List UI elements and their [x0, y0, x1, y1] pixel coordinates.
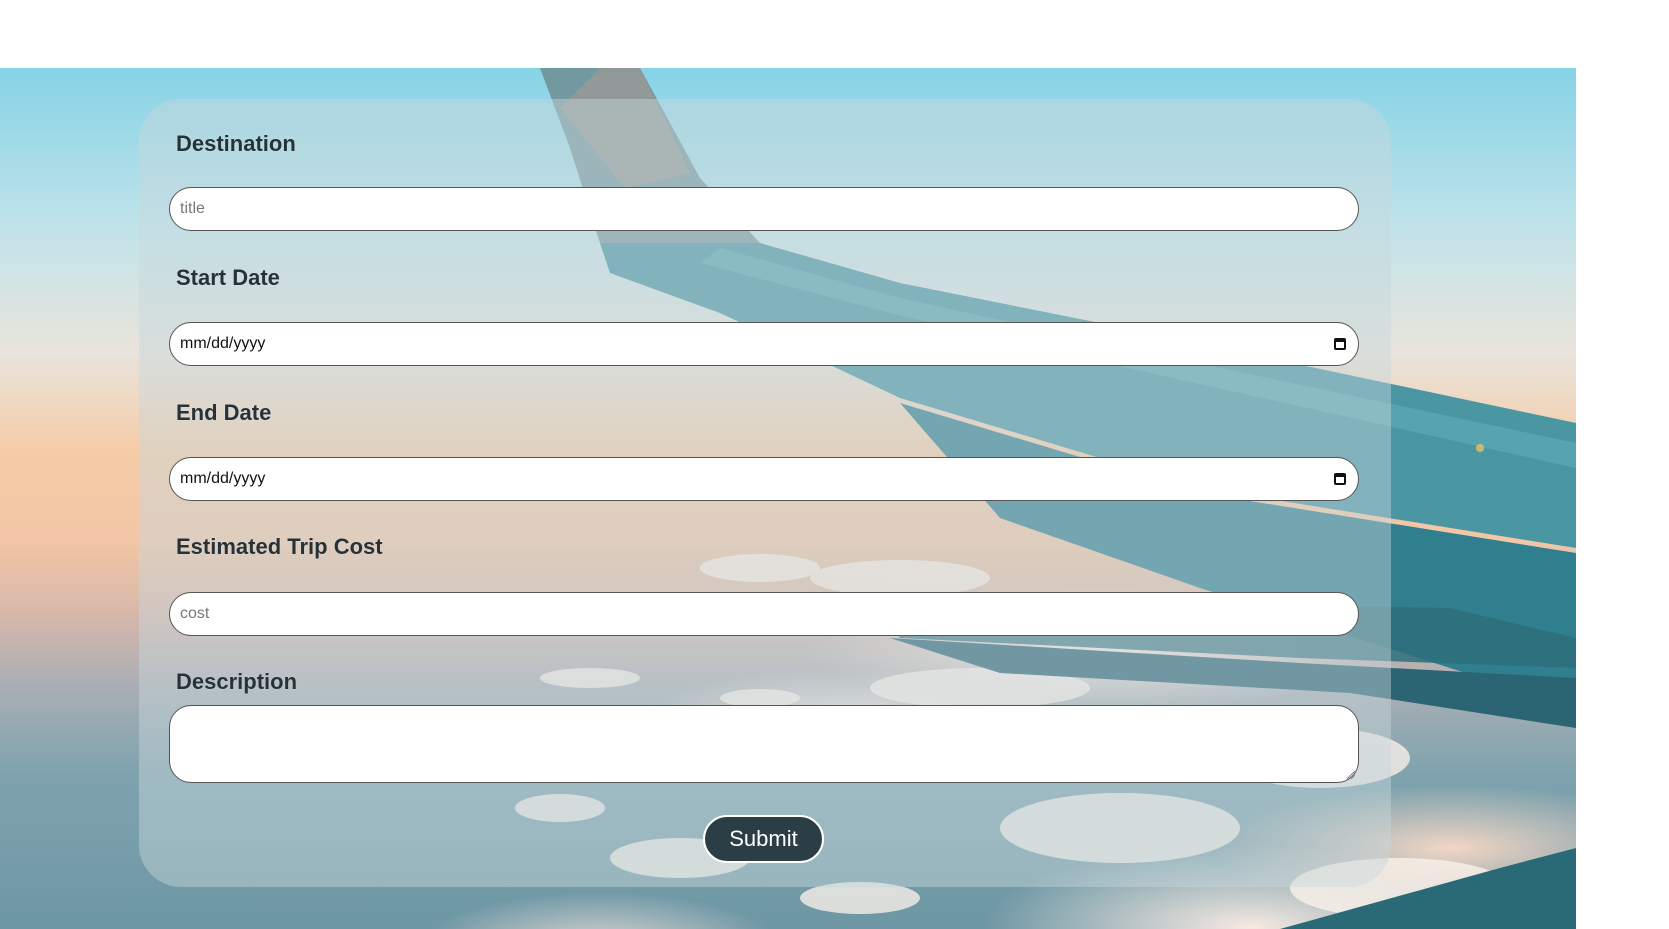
calendar-icon[interactable]	[1334, 338, 1346, 350]
description-label: Description	[176, 669, 298, 694]
submit-button[interactable]: Submit	[703, 815, 824, 863]
resize-grip-icon[interactable]	[1347, 771, 1355, 779]
end-date-input[interactable]: mm/dd/yyyy	[169, 457, 1359, 501]
destination-input[interactable]	[169, 187, 1359, 231]
end-date-label: End Date	[176, 400, 272, 425]
trip-cost-input[interactable]	[169, 592, 1359, 636]
trip-cost-label: Estimated Trip Cost	[176, 534, 383, 559]
description-textarea[interactable]	[169, 705, 1359, 783]
start-date-value: mm/dd/yyyy	[180, 335, 266, 352]
start-date-input[interactable]: mm/dd/yyyy	[169, 322, 1359, 366]
end-date-value: mm/dd/yyyy	[180, 470, 266, 487]
start-date-label: Start Date	[176, 265, 280, 290]
destination-label: Destination	[176, 131, 296, 156]
calendar-icon[interactable]	[1334, 473, 1346, 485]
